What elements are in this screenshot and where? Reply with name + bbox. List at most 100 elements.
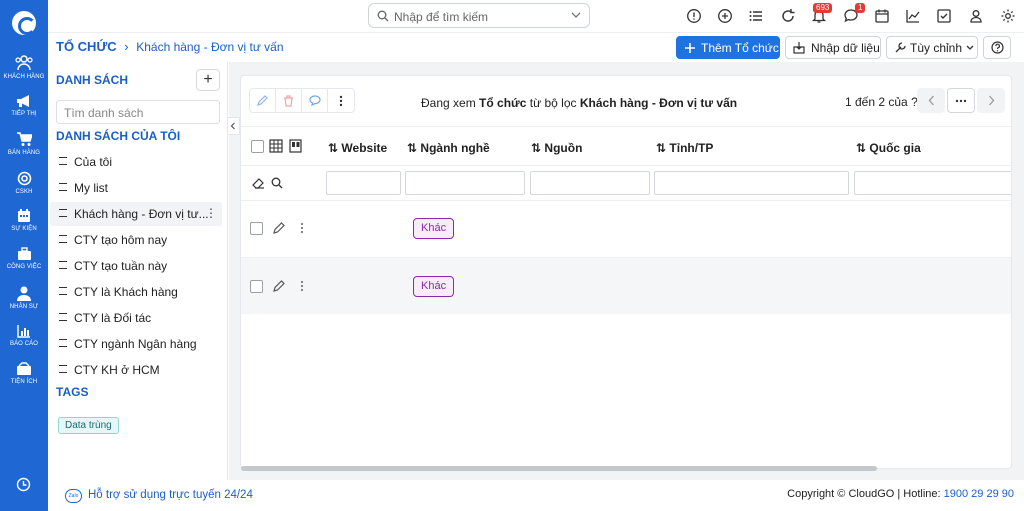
row-checkbox[interactable] [250,222,263,235]
breadcrumb-current[interactable]: Khách hàng - Đơn vị tư vấn [136,40,283,54]
users-icon [15,55,33,71]
customize-button[interactable]: Tùy chỉnh [886,36,978,59]
calendar-icon [18,209,30,222]
list-icon [59,261,67,269]
horizontal-scrollbar[interactable] [241,466,877,471]
list-item[interactable]: My list [50,176,222,200]
tag-chip[interactable]: Data trùng [58,417,119,434]
refresh-icon[interactable] [780,8,796,24]
delete-button[interactable] [276,89,302,112]
industry-filter-input[interactable] [405,171,525,195]
column-header-source[interactable]: ⇅ Nguồn [531,141,582,155]
pencil-icon[interactable] [273,222,285,234]
add-list-button[interactable]: + [196,69,220,91]
checkbox-icon[interactable] [936,8,952,24]
nav-hr[interactable]: NHÂN SỰ [0,286,48,311]
page-menu-button[interactable] [947,88,975,113]
nav-label: CÔNG VIỆC [6,264,42,270]
clock-icon[interactable] [16,477,31,495]
edit-button[interactable] [250,89,276,112]
table-row[interactable]: Khác [241,200,1011,257]
list-search-input[interactable]: Tìm danh sách [56,100,220,124]
nav-utilities[interactable]: TIỆN ÍCH [0,362,48,386]
list-icon[interactable] [748,8,764,24]
column-header-industry[interactable]: ⇅ Ngành nghề [407,141,490,155]
province-filter-input[interactable] [654,171,849,195]
nav-tasks[interactable]: CÔNG VIỆC [0,247,48,271]
column-label: Ngành nghề [420,141,490,155]
cloudgo-logo-icon[interactable] [12,11,36,35]
list-item[interactable]: CTY là Khách hàng [50,280,222,304]
pencil-icon[interactable] [273,280,285,292]
source-filter-input[interactable] [530,171,650,195]
eraser-icon[interactable] [252,177,265,189]
import-data-button[interactable]: Nhập dữ liệu [785,36,881,59]
nav-label: TIỆN ÍCH [10,379,38,385]
nav-customer-care[interactable]: CSKH [0,171,48,196]
search-icon[interactable] [271,177,283,189]
global-search-input[interactable]: Nhập để tìm kiếm [368,3,590,28]
add-organization-button[interactable]: Thêm Tổ chức [676,36,780,59]
user-icon[interactable] [968,8,984,24]
country-filter-input[interactable] [854,171,1011,195]
alert-circle-icon[interactable] [686,8,702,24]
nav-customers[interactable]: KHÁCH HÀNG [0,55,48,81]
nav-marketing[interactable]: TIẾP THỊ [0,94,48,118]
more-actions-button[interactable] [328,89,354,112]
help-icon [990,41,1004,54]
hotline-link[interactable]: 1900 29 29 90 [944,488,1014,500]
previous-page-button[interactable] [917,88,945,113]
list-item[interactable]: Của tôi [50,150,222,174]
copyright-text: Copyright © CloudGO | Hotline: 1900 29 2… [787,488,1014,500]
list-item[interactable]: CTY tạo hôm nay [50,228,222,252]
select-all-checkbox[interactable] [251,140,264,153]
add-circle-icon[interactable] [717,8,733,24]
breadcrumb-root[interactable]: TỔ CHỨC [56,39,117,54]
view-filter: Khách hàng - Đơn vị tư vấn [579,96,738,110]
comment-button[interactable] [302,89,328,112]
nav-events[interactable]: SỰ KIỆN [0,209,48,233]
chevron-left-icon [928,95,934,106]
list-item-label: CTY KH ở HCM [74,363,160,377]
chart-icon[interactable] [905,8,921,24]
column-header-province[interactable]: ⇅ Tỉnh/TP [656,141,713,155]
view-info: Đang xem Tổ chức từ bộ lọc Khách hàng - … [421,96,737,110]
settings-gear-icon[interactable] [1000,8,1016,24]
search-placeholder: Nhập để tìm kiếm [394,10,489,24]
help-button[interactable] [983,36,1011,59]
chevron-down-icon [966,45,974,50]
column-header-website[interactable]: ⇅ Website [328,141,387,155]
column-settings-icon[interactable] [289,139,302,153]
next-page-button[interactable] [977,88,1005,113]
list-item[interactable]: CTY KH ở HCM [50,358,222,382]
more-vertical-icon[interactable] [300,222,304,234]
website-filter-input[interactable] [326,171,401,195]
list-item[interactable]: CTY tạo tuần này [50,254,222,278]
top-bar: Nhập để tìm kiếm 693 1 [48,0,1024,33]
pagination-info: 1 đến 2 của ? [845,95,918,109]
footer: Zalo Hỗ trợ sử dụng trực tuyến 24/24 Cop… [48,480,1024,511]
plus-icon [685,42,695,53]
list-icon [59,365,67,373]
table-view-icon[interactable] [269,139,283,153]
support-link[interactable]: Hỗ trợ sử dụng trực tuyến 24/24 [88,489,253,501]
list-item[interactable]: CTY ngành Ngân hàng [50,332,222,356]
my-lists-title: DANH SÁCH CỦA TÔI [56,129,181,143]
more-vertical-icon[interactable]: ⋮ [205,206,217,220]
table-row[interactable]: Khác [241,257,1011,314]
column-label: Quốc gia [869,141,921,155]
column-header-country[interactable]: ⇅ Quốc gia [856,141,921,155]
import-icon [793,41,805,54]
list-item-active[interactable]: Khách hàng - Đơn vị tư... ⋮ [50,202,222,226]
column-label: Nguồn [544,141,583,155]
row-checkbox[interactable] [250,280,263,293]
calendar-icon[interactable] [874,8,890,24]
chevron-down-icon[interactable] [571,12,581,19]
zalo-icon[interactable]: Zalo [65,489,82,503]
tags-title: TAGS [56,385,89,399]
collapse-sidebar-handle[interactable] [228,117,240,135]
list-item[interactable]: CTY là Đối tác [50,306,222,330]
nav-reports[interactable]: BÁO CÁO [0,324,48,348]
more-vertical-icon[interactable] [300,280,304,292]
nav-sales[interactable]: BÁN HÀNG [0,132,48,157]
